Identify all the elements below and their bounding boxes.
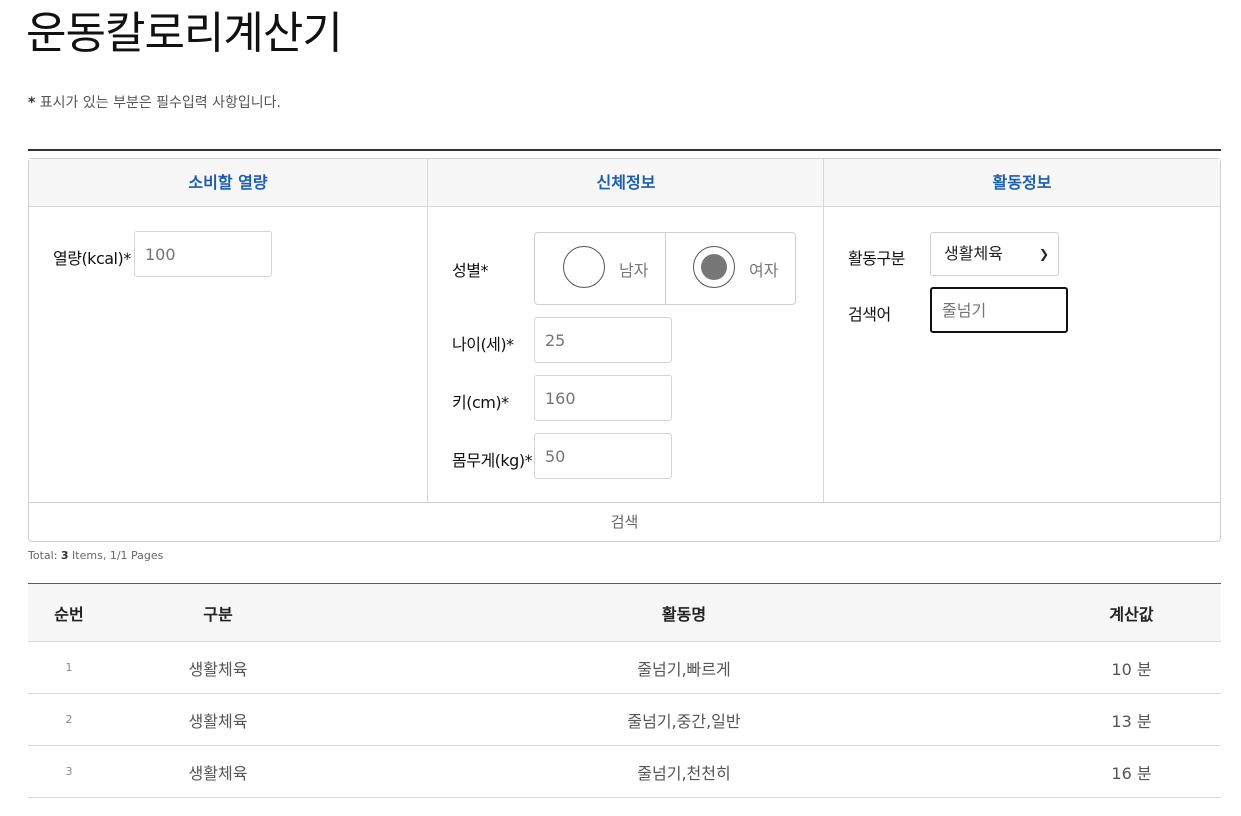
activity-info-section-header: 활동정보 [824,159,1220,207]
column-header-category: 구분 [110,583,326,642]
calorie-section: 소비할 열량 열량(kcal)* [29,159,427,503]
page-title: 운동칼로리계산기 [26,8,343,59]
calculator-form: 소비할 열량 열량(kcal)* 신체정보 성별* 남자 여자 나이(세)* 키… [28,158,1221,504]
category-label: 활동구분 [848,249,905,268]
category-select-value: 생활체육 [944,244,1003,263]
table-header-row: 순번 구분 활동명 계산값 [28,583,1221,642]
weight-input[interactable] [534,433,672,479]
top-divider [28,149,1221,151]
row-value: 13 분 [1042,693,1221,746]
weight-label: 몸무게(kg)* [452,451,533,470]
row-category: 생활체육 [110,745,326,798]
column-header-activity: 활동명 [326,583,1042,642]
row-number: 2 [28,693,110,746]
gender-option-female[interactable]: 여자 [665,233,795,304]
gender-label: 성별* [452,261,488,280]
age-label: 나이(세)* [452,335,514,354]
kcal-label: 열량(kcal)* [53,249,131,268]
row-activity: 줄넘기,천천히 [326,745,1042,798]
table-row: 3 생활체육 줄넘기,천천히 16 분 [28,745,1221,798]
row-number: 1 [28,641,110,694]
required-notice: * 표시가 있는 부분은 필수입력 사항입니다. [28,92,281,112]
height-label: 키(cm)* [452,393,509,412]
row-activity: 줄넘기,중간,일반 [326,693,1042,746]
gender-radio-group: 남자 여자 [534,232,796,305]
keyword-label: 검색어 [848,305,891,324]
calorie-calculator-page: 운동칼로리계산기 * 표시가 있는 부분은 필수입력 사항입니다. 소비할 열량… [0,0,1241,816]
activity-info-section: 활동정보 활동구분 생활체육 ❯ 검색어 [823,159,1220,503]
male-radio-label: 남자 [619,261,649,280]
keyword-input[interactable] [930,287,1068,333]
results-table: 순번 구분 활동명 계산값 1 생활체육 줄넘기,빠르게 10 분 2 생활체육… [28,583,1221,798]
search-button[interactable]: 검색 [28,502,1221,542]
required-notice-text: 표시가 있는 부분은 필수입력 사항입니다. [35,95,281,111]
total-suffix: Items, 1/1 Pages [68,549,164,562]
age-input[interactable] [534,317,672,363]
category-select[interactable]: 생활체육 ❯ [930,232,1059,276]
gender-option-male[interactable]: 남자 [535,233,666,304]
table-row: 1 생활체육 줄넘기,빠르게 10 분 [28,641,1221,694]
calorie-section-header: 소비할 열량 [29,159,427,207]
female-radio[interactable] [693,246,735,288]
row-category: 생활체육 [110,641,326,694]
chevron-down-icon: ❯ [1038,247,1049,261]
female-radio-label: 여자 [749,261,779,280]
result-summary: Total: 3 Items, 1/1 Pages [28,549,163,562]
total-count: 3 [60,549,69,562]
total-prefix: Total: [28,549,61,562]
height-input[interactable] [534,375,672,421]
column-header-no: 순번 [28,583,110,642]
row-value: 16 분 [1042,745,1221,798]
row-activity: 줄넘기,빠르게 [326,641,1042,694]
kcal-input[interactable] [134,231,272,277]
table-row: 2 생활체육 줄넘기,중간,일반 13 분 [28,693,1221,746]
male-radio[interactable] [563,246,605,288]
row-number: 3 [28,745,110,798]
row-category: 생활체육 [110,693,326,746]
column-header-value: 계산값 [1042,583,1221,642]
body-info-section-header: 신체정보 [428,159,824,207]
body-info-section: 신체정보 성별* 남자 여자 나이(세)* 키(cm)* 몸무게(kg)* [427,159,824,503]
row-value: 10 분 [1042,641,1221,694]
